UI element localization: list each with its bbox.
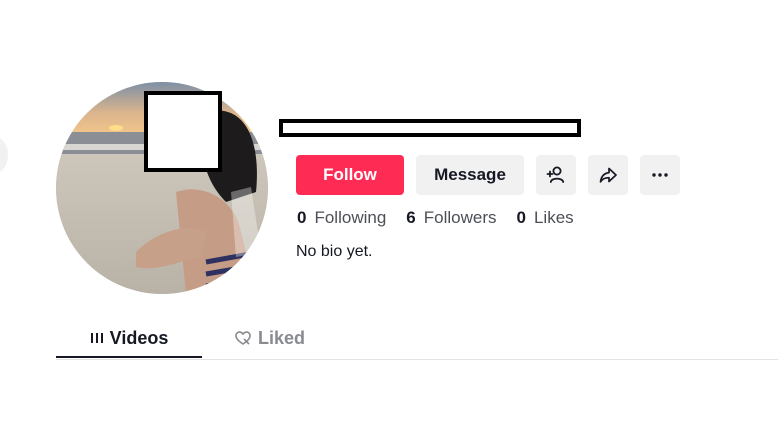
scroll-left-button[interactable] xyxy=(0,138,8,172)
stat-label: Likes xyxy=(533,208,574,227)
stat-likes: 0 Likes xyxy=(517,208,574,228)
profile-tabs: Videos Liked xyxy=(56,319,778,360)
tab-videos[interactable]: Videos xyxy=(56,319,202,357)
profile-actions: Follow Message xyxy=(296,155,680,195)
tab-liked[interactable]: Liked xyxy=(234,319,305,357)
stat-following[interactable]: 0 Following xyxy=(297,208,386,228)
profile-stats: 0 Following 6 Followers 0 Likes xyxy=(297,208,594,228)
stat-value: 0 xyxy=(297,208,307,227)
message-button[interactable]: Message xyxy=(416,155,524,195)
profile-bio: No bio yet. xyxy=(296,243,373,260)
tab-label: Liked xyxy=(258,327,306,348)
profile-page: Follow Message 0 Following 6 Followers 0… xyxy=(0,0,778,421)
redaction-box xyxy=(144,91,222,172)
share-button[interactable] xyxy=(588,155,628,195)
add-friend-button[interactable] xyxy=(536,155,576,195)
active-tab-indicator xyxy=(56,356,202,358)
username-redaction xyxy=(279,119,581,137)
heart-outline-icon xyxy=(234,330,252,346)
more-button[interactable] xyxy=(640,155,680,195)
stat-value: 6 xyxy=(406,208,416,227)
follow-button[interactable]: Follow xyxy=(296,155,404,195)
ellipsis-icon xyxy=(652,173,668,177)
person-plus-icon xyxy=(546,166,565,183)
stat-label: Followers xyxy=(423,208,497,227)
grid-bars-icon xyxy=(90,331,104,345)
tab-label: Videos xyxy=(109,327,169,348)
stat-value: 0 xyxy=(516,208,526,227)
stat-followers[interactable]: 6 Followers xyxy=(406,208,496,228)
stat-label: Following xyxy=(314,208,387,227)
share-arrow-icon xyxy=(599,167,617,183)
